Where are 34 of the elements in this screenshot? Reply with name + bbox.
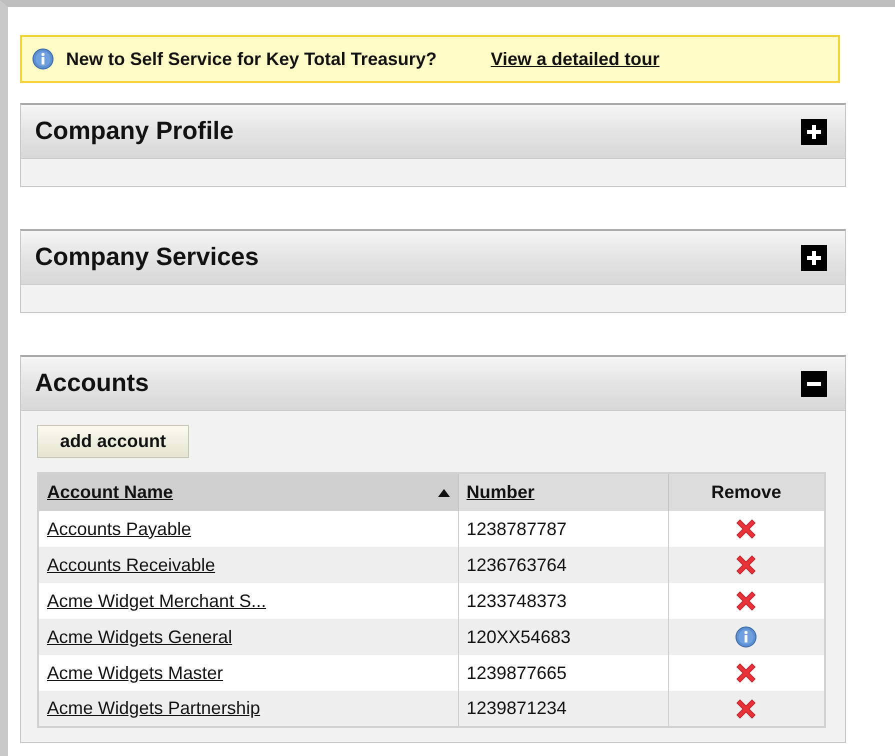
remove-icon[interactable] (734, 589, 758, 613)
account-number: 1239871234 (466, 698, 567, 718)
remove-icon[interactable] (734, 553, 758, 577)
expand-button[interactable] (801, 244, 827, 270)
account-link[interactable]: Acme Widgets Partnership (47, 698, 260, 718)
column-sort-link[interactable]: Number (466, 482, 535, 503)
info-icon (735, 626, 758, 648)
account-link[interactable]: Acme Widgets General (47, 626, 232, 646)
account-number: 1238787787 (466, 518, 567, 538)
account-number: 1233748373 (466, 590, 567, 610)
tour-link[interactable]: View a detailed tour (490, 48, 660, 70)
plus-icon (807, 250, 821, 264)
account-link[interactable]: Acme Widgets Master (47, 662, 224, 682)
account-link[interactable]: Accounts Payable (47, 518, 192, 538)
account-link[interactable]: Acme Widget Merchant S... (47, 590, 266, 610)
column-sort-link[interactable]: Account Name (47, 482, 174, 503)
remove-icon[interactable] (734, 696, 758, 720)
plus-icon (807, 124, 821, 138)
account-number: 1239877665 (466, 662, 567, 682)
banner-text: New to Self Service for Key Total Treasury? (66, 48, 437, 70)
account-number: 120XX54683 (466, 626, 571, 646)
account-link[interactable]: Accounts Receivable (47, 554, 216, 574)
column-label: Remove (711, 482, 782, 502)
panel-title: Company Services (35, 243, 259, 272)
account-number: 1236763764 (466, 554, 567, 574)
panel-title: Company Profile (35, 117, 234, 146)
minus-icon (807, 382, 821, 386)
expand-button[interactable] (801, 118, 827, 144)
collapse-button[interactable] (801, 370, 827, 396)
info-icon (32, 48, 54, 70)
remove-icon[interactable] (734, 517, 758, 541)
add-account-button[interactable]: add account (37, 425, 190, 458)
panel-title: Accounts (35, 369, 149, 398)
remove-icon[interactable] (734, 661, 758, 685)
